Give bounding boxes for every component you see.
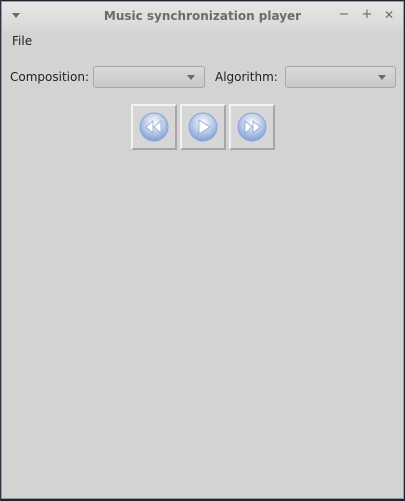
composition-select[interactable] — [93, 66, 205, 88]
menu-file[interactable]: File — [12, 34, 32, 48]
algorithm-label: Algorithm: — [215, 70, 278, 84]
chevron-down-icon — [187, 75, 195, 80]
rewind-icon — [139, 112, 169, 142]
menu-bar: File — [2, 31, 403, 53]
fast-forward-button[interactable] — [229, 104, 275, 150]
maximize-button[interactable]: + — [358, 6, 376, 24]
play-button[interactable] — [180, 104, 226, 150]
fast-forward-icon — [237, 112, 267, 142]
rewind-button[interactable] — [131, 104, 177, 150]
app-window: Music synchronization player − + ✕ File … — [1, 1, 404, 499]
play-icon — [188, 112, 218, 142]
algorithm-select[interactable] — [285, 66, 396, 88]
close-button[interactable]: ✕ — [380, 6, 398, 24]
composition-label: Composition: — [10, 70, 89, 84]
minimize-button[interactable]: − — [335, 6, 353, 24]
chevron-down-icon — [378, 75, 386, 80]
title-bar[interactable]: Music synchronization player − + ✕ — [2, 2, 403, 31]
